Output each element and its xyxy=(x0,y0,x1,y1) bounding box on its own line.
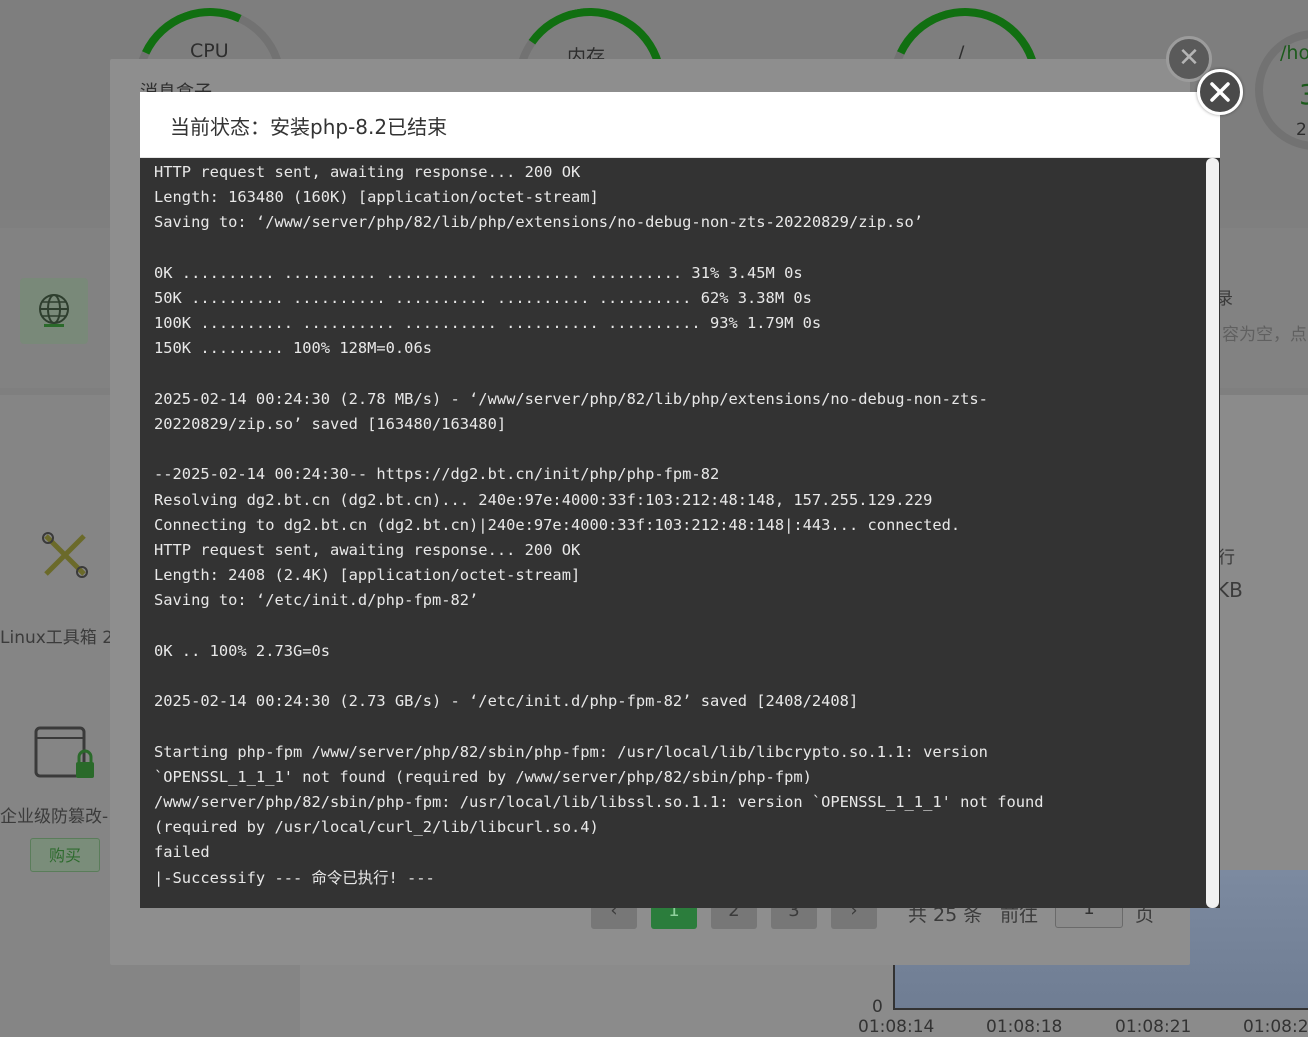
install-log-output: HTTP request sent, awaiting response... … xyxy=(154,163,1044,887)
globe-icon-box xyxy=(20,278,88,344)
dialog-close-button[interactable] xyxy=(1197,69,1243,115)
chart-x-tick: 01:08:21 xyxy=(1115,1017,1192,1037)
chart-y-zero: 0 xyxy=(872,997,883,1017)
tamper-protect-label: 企业级防篡改- xyxy=(0,807,109,827)
chart-x-tick: 01:08:2 xyxy=(1243,1017,1308,1037)
bg-right-text-2: 容为空，点 xyxy=(1222,325,1307,345)
install-log-terminal[interactable]: HTTP request sent, awaiting response... … xyxy=(140,158,1220,908)
chart-x-tick: 01:08:14 xyxy=(858,1017,935,1037)
disk-home-gauge-sub: 2 xyxy=(1296,120,1307,140)
dialog-header: 当前状态：安装php-8.2已结束 xyxy=(140,92,1220,158)
bg-right-text-4: KB xyxy=(1216,578,1243,602)
close-icon: ✕ xyxy=(1178,43,1200,73)
linux-toolbox-label: Linux工具箱 2 xyxy=(0,628,114,648)
dialog-title: 当前状态：安装php-8.2已结束 xyxy=(170,115,448,139)
close-icon xyxy=(1210,82,1230,102)
globe-icon xyxy=(39,294,69,327)
terminal-scrollbar-thumb[interactable] xyxy=(1206,158,1219,908)
disk-home-gauge-value: 3 xyxy=(1299,78,1308,111)
lock-icon xyxy=(34,726,94,778)
disk-home-gauge-label: /ho xyxy=(1280,42,1308,64)
tools-icon xyxy=(42,532,88,578)
chart-x-tick: 01:08:18 xyxy=(986,1017,1063,1037)
screen: CPU 内存 / /ho 3 2 录 容为空，点 Linux工具箱 2 企业级防… xyxy=(0,0,1308,1037)
bg-right-text-3: 行 xyxy=(1218,548,1235,568)
chart-x-axis xyxy=(893,1008,1308,1010)
install-log-dialog: 当前状态：安装php-8.2已结束 HTTP request sent, awa… xyxy=(140,92,1220,908)
buy-button[interactable]: 购买 xyxy=(30,838,100,872)
